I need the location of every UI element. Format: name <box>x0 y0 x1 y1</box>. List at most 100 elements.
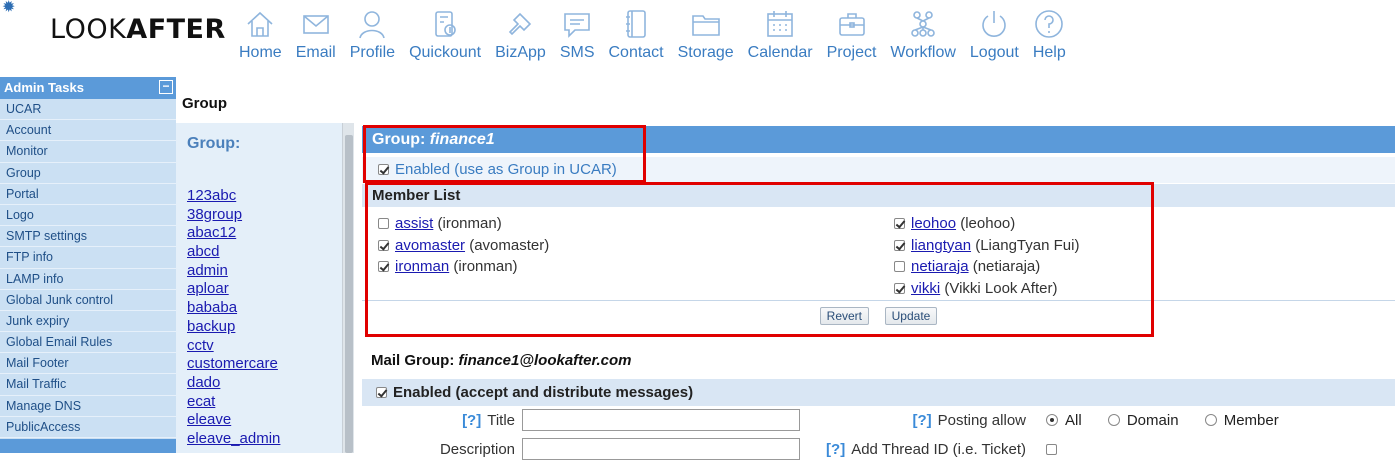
nav-profile[interactable]: Profile <box>343 8 402 68</box>
sidebar-item-global-junk-control[interactable]: Global Junk control <box>0 290 176 311</box>
sidebar-item-account[interactable]: Account <box>0 120 176 142</box>
nav-workflow[interactable]: Workflow <box>883 8 963 68</box>
mail-group-title: Mail Group: finance1@lookafter.com <box>371 352 632 369</box>
sidebar-item-logo[interactable]: Logo <box>0 205 176 227</box>
group-link[interactable]: aploar <box>187 280 229 297</box>
nav-sms[interactable]: SMS <box>553 8 602 68</box>
sidebar-item-portal[interactable]: Portal <box>0 184 176 205</box>
sidebar-item-publicaccess[interactable]: PublicAccess <box>0 417 176 438</box>
page-title: Group <box>182 95 227 112</box>
revert-button[interactable]: Revert <box>819 307 869 325</box>
group-link[interactable]: admin <box>187 262 228 279</box>
collapse-icon[interactable]: − <box>159 80 173 94</box>
radio-option-member[interactable]: Member <box>1204 412 1279 429</box>
nav-project[interactable]: Project <box>820 8 884 68</box>
member-checkbox[interactable] <box>894 261 905 272</box>
member-row: avomaster (avomaster) <box>378 235 549 257</box>
group-link[interactable]: eleave_admin <box>187 430 280 447</box>
member-link[interactable]: liangtyan <box>911 237 971 254</box>
group-detail-panel: Group: finance1 Enabled (use as Group in… <box>362 123 1395 460</box>
nav-help[interactable]: Help <box>1026 8 1073 68</box>
sidebar-item-ftp-info[interactable]: FTP info <box>0 247 176 269</box>
radio-all[interactable] <box>1046 414 1058 426</box>
main-nav: Home Email Profile Quickount BizApp SMS … <box>232 8 1073 68</box>
member-link[interactable]: avomaster <box>395 237 465 254</box>
gear-icon[interactable]: ✹ <box>2 0 15 16</box>
group-list-panel: Group: 123abc 38group abac12 abcd admin … <box>176 123 342 453</box>
thread-id-checkbox[interactable] <box>1046 444 1057 455</box>
help-link[interactable]: [?] <box>912 412 931 429</box>
sidebar-item-mail-traffic[interactable]: Mail Traffic <box>0 374 176 396</box>
list-item: abcd <box>187 243 280 262</box>
sidebar-item-junk-expiry[interactable]: Junk expiry <box>0 311 176 333</box>
group-link[interactable]: 123abc <box>187 187 236 204</box>
group-link[interactable]: cctv <box>187 337 214 354</box>
member-link[interactable]: ironman <box>395 258 449 275</box>
group-link[interactable]: dado <box>187 374 220 391</box>
member-fullname: (ironman) <box>453 258 518 275</box>
group-enabled-label: Enabled (use as Group in UCAR) <box>395 161 617 178</box>
member-row: vikki (Vikki Look After) <box>894 278 1079 300</box>
sidebar-header: Admin Tasks − <box>0 77 176 99</box>
group-list-scrollbar[interactable] <box>342 123 354 453</box>
radio-member[interactable] <box>1204 414 1217 426</box>
sidebar-title: Admin Tasks <box>4 80 84 95</box>
contact-icon <box>626 10 646 38</box>
help-link[interactable]: [?] <box>462 412 481 429</box>
form-row-description: Description [?] Add Thread ID (i.e. Ticke… <box>362 436 1395 463</box>
logo[interactable]: LOOKAFTER <box>50 14 226 45</box>
group-list: 123abc 38group abac12 abcd admin aploar … <box>187 187 280 449</box>
group-link[interactable]: abac12 <box>187 224 236 241</box>
title-input[interactable] <box>522 409 800 431</box>
member-checkbox[interactable] <box>894 282 905 294</box>
member-checkbox[interactable] <box>378 261 389 272</box>
sidebar-item-ucar[interactable]: UCAR <box>0 99 176 121</box>
group-link[interactable]: bababa <box>187 299 237 316</box>
sidebar-item-global-email-rules[interactable]: Global Email Rules <box>0 332 176 354</box>
group-enabled-checkbox[interactable] <box>378 164 389 175</box>
radio-option-all[interactable]: All <box>1046 412 1082 429</box>
member-checkbox[interactable] <box>894 239 905 251</box>
sidebar-item-group[interactable]: Group <box>0 163 176 184</box>
member-link[interactable]: netiaraja <box>911 258 969 275</box>
nav-bizapp[interactable]: BizApp <box>488 8 553 68</box>
group-name: finance1 <box>429 131 495 148</box>
sidebar-item-manage-dns[interactable]: Manage DNS <box>0 396 176 417</box>
storage-icon <box>691 15 720 36</box>
group-link[interactable]: ecat <box>187 393 215 410</box>
mail-enabled-checkbox[interactable] <box>376 387 387 398</box>
member-link[interactable]: assist <box>395 215 433 232</box>
sidebar-item-monitor[interactable]: Monitor <box>0 141 176 163</box>
title-label: Title <box>487 412 515 429</box>
scrollbar-thumb[interactable] <box>345 135 353 453</box>
help-link[interactable]: [?] <box>826 441 845 458</box>
profile-icon <box>359 11 386 39</box>
sidebar-item-mail-footer[interactable]: Mail Footer <box>0 353 176 375</box>
member-link[interactable]: leohoo <box>911 215 956 232</box>
nav-contact[interactable]: Contact <box>601 8 670 68</box>
update-button[interactable]: Update <box>884 307 938 325</box>
group-link[interactable]: customercare <box>187 355 278 372</box>
member-checkbox[interactable] <box>378 218 389 229</box>
group-link[interactable]: eleave <box>187 411 231 428</box>
sidebar-item-lamp-info[interactable]: LAMP info <box>0 269 176 290</box>
nav-logout[interactable]: Logout <box>963 8 1026 68</box>
posting-allow-label: Posting allow <box>937 412 1026 429</box>
thread-id-label: Add Thread ID (i.e. Ticket) <box>851 441 1026 458</box>
description-input[interactable] <box>522 438 800 460</box>
member-link[interactable]: vikki <box>911 280 940 297</box>
group-link[interactable]: backup <box>187 318 235 335</box>
nav-calendar[interactable]: Calendar <box>741 8 820 68</box>
radio-option-domain[interactable]: Domain <box>1107 412 1179 429</box>
nav-storage[interactable]: Storage <box>671 8 741 68</box>
radio-domain[interactable] <box>1107 414 1120 426</box>
group-link[interactable]: 38group <box>187 206 242 223</box>
nav-quickount[interactable]: Quickount <box>402 8 488 68</box>
sidebar-item-smtp-settings[interactable]: SMTP settings <box>0 226 176 248</box>
group-link[interactable]: abcd <box>187 243 220 260</box>
nav-email[interactable]: Email <box>289 8 343 68</box>
nav-home[interactable]: Home <box>232 8 289 68</box>
member-checkbox[interactable] <box>894 218 905 229</box>
nav-label: SMS <box>559 44 595 61</box>
member-checkbox[interactable] <box>378 239 389 251</box>
